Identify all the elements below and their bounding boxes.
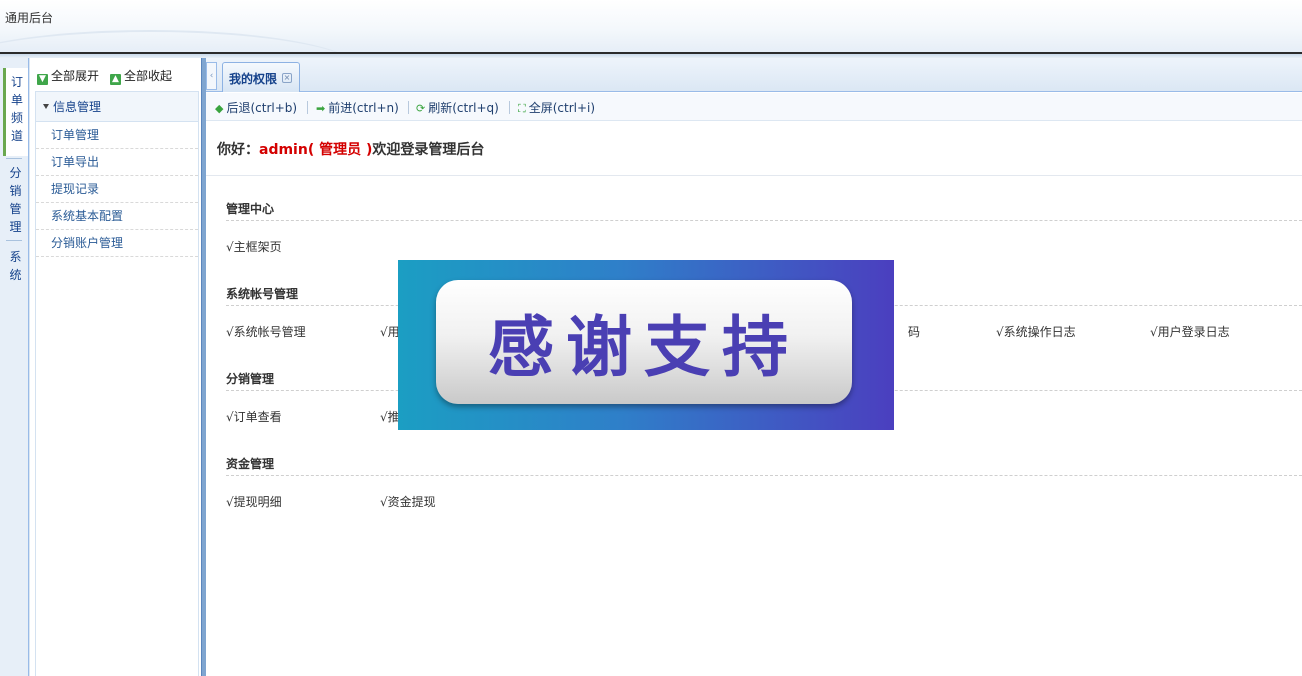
channel-divider: [6, 240, 22, 241]
refresh-icon: ⟳: [416, 102, 426, 115]
forward-label: 前进(ctrl+n): [328, 101, 399, 115]
toolbar-separator: [509, 101, 510, 114]
forward-button[interactable]: ➡ 前进(ctrl+n): [316, 99, 399, 116]
permission-item: √系统帐号管理: [226, 325, 306, 339]
nav-tree: 信息管理 订单管理 订单导出 提现记录 系统基本配置 分销账户管理: [35, 91, 199, 676]
greeting-prefix: 你好：: [217, 142, 259, 158]
channel-tab-orders[interactable]: 订单频道: [3, 68, 28, 156]
tree-toolbar: ▼ 全部展开 ▲ 全部收起: [30, 58, 202, 90]
section-divider: [226, 475, 1302, 476]
section-title-system-accounts: 系统帐号管理: [226, 287, 299, 301]
current-user: admin( 管理员 ): [259, 142, 373, 158]
expand-icon: ▼: [37, 74, 48, 85]
permission-item: √用户登录日志: [1150, 325, 1230, 339]
permission-item: 码: [908, 325, 921, 339]
nav-group-info[interactable]: 信息管理: [36, 92, 198, 122]
nav-item-order-export[interactable]: 订单导出: [36, 149, 198, 176]
channel-tab-label: 分销管理: [9, 166, 22, 234]
back-label: 后退(ctrl+b): [226, 101, 298, 115]
tab-label: 我的权限: [229, 72, 278, 86]
fullscreen-button[interactable]: ⛶ 全屏(ctrl+i): [518, 99, 595, 116]
left-navigation: ▼ 全部展开 ▲ 全部收起 信息管理 订单管理 订单导出 提现记录 系统基本配置 分…: [29, 58, 201, 676]
close-icon[interactable]: ×: [282, 73, 292, 83]
channel-tab-label: 订单频道: [11, 75, 24, 143]
section-divider: [226, 220, 1302, 221]
refresh-button[interactable]: ⟳ 刷新(ctrl+q): [416, 99, 499, 116]
permission-item: √主框架页: [226, 240, 282, 254]
welcome-message: 你好：admin( 管理员 )欢迎登录管理后台: [217, 139, 484, 159]
section-title-funds: 资金管理: [226, 457, 275, 471]
greeting-divider: [206, 175, 1302, 176]
expand-all-label: 全部展开: [51, 69, 100, 83]
app-header: 通用后台: [0, 0, 1302, 52]
section-title-admin-center: 管理中心: [226, 202, 275, 216]
section-title-distribution: 分销管理: [226, 372, 275, 386]
nav-item-withdraw-records[interactable]: 提现记录: [36, 176, 198, 203]
greeting-suffix: 欢迎登录管理后台: [372, 142, 485, 158]
app-title: 通用后台: [5, 11, 54, 25]
fullscreen-icon: ⛶: [518, 102, 526, 115]
back-button[interactable]: ◆ 后退(ctrl+b): [215, 99, 297, 116]
expand-all-button[interactable]: ▼ 全部展开: [37, 67, 99, 85]
tab-my-permissions[interactable]: 我的权限 ×: [222, 62, 300, 92]
refresh-label: 刷新(ctrl+q): [428, 101, 499, 115]
nav-group-title: 信息管理: [53, 100, 102, 114]
caret-down-icon: [43, 104, 49, 109]
tab-scroll-left-button[interactable]: ‹: [206, 62, 217, 90]
toolbar-separator: [307, 101, 308, 114]
permission-item: √订单查看: [226, 410, 282, 424]
permission-item: √系统操作日志: [996, 325, 1076, 339]
banner-text: 感谢支持: [488, 308, 800, 386]
arrow-left-icon: ◆: [215, 102, 224, 115]
toolbar-separator: [408, 101, 409, 114]
permission-item: √推: [380, 410, 400, 424]
nav-item-system-config[interactable]: 系统基本配置: [36, 203, 198, 230]
permission-item: √提现明细: [226, 495, 282, 509]
header-decoration: [0, 30, 360, 52]
collapse-all-label: 全部收起: [124, 69, 173, 83]
thanks-banner-image: 感谢支持: [398, 260, 894, 430]
collapse-icon: ▲: [110, 74, 121, 85]
collapse-all-button[interactable]: ▲ 全部收起: [110, 67, 172, 85]
arrow-right-icon: ➡: [316, 102, 326, 115]
permission-item: √资金提现: [380, 495, 436, 509]
channel-tab-label: 系统: [9, 250, 22, 282]
tab-strip: ‹ 我的权限 ×: [206, 58, 1302, 92]
channel-tab-system[interactable]: 系统: [3, 248, 28, 288]
channel-divider: [6, 158, 22, 159]
banner-card: 感谢支持: [436, 280, 852, 404]
permission-item: √用: [380, 325, 400, 339]
fullscreen-label: 全屏(ctrl+i): [528, 101, 596, 115]
channel-tab-distribution[interactable]: 分销管理: [3, 162, 28, 238]
content-toolbar: ◆ 后退(ctrl+b) ➡ 前进(ctrl+n) ⟳ 刷新(ctrl+q) ⛶ 全屏(…: [206, 93, 1302, 121]
nav-item-distribution-accounts[interactable]: 分销账户管理: [36, 230, 198, 257]
nav-item-order-management[interactable]: 订单管理: [36, 122, 198, 149]
channel-tabs: 订单频道 分销管理 系统: [0, 58, 29, 676]
